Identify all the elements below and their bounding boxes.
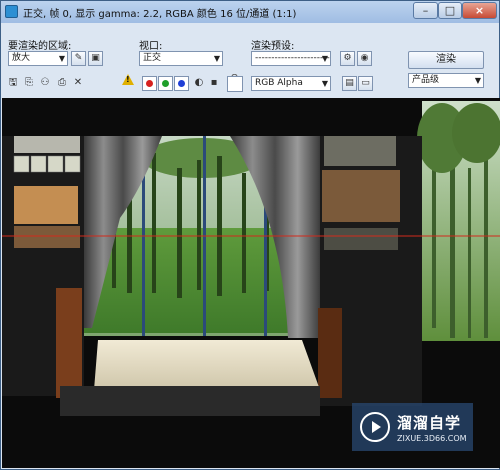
play-logo-icon bbox=[360, 412, 390, 442]
monochrome-icon[interactable]: ▪ bbox=[208, 77, 220, 89]
right-upper-panel bbox=[324, 136, 396, 166]
auto-region-icon[interactable]: ▣ bbox=[88, 51, 103, 66]
render-frame-window: 正交, 帧 0, 显示 gamma: 2.2, RGBA 颜色 16 位/通道 … bbox=[0, 0, 500, 470]
watermark-url: ZIXUE.3D66.COM bbox=[397, 434, 467, 443]
render-setup-icon[interactable]: ⚙ bbox=[340, 51, 355, 66]
chevron-down-icon: ▼ bbox=[321, 79, 328, 88]
clear-icon[interactable]: ✕ bbox=[72, 77, 84, 89]
app-icon bbox=[5, 5, 18, 18]
render-button[interactable]: 渲染 bbox=[408, 51, 484, 69]
red-channel-toggle[interactable] bbox=[142, 76, 157, 91]
watermark-badge: 溜溜自学 ZIXUE.3D66.COM bbox=[352, 403, 473, 451]
render-preset-dropdown[interactable]: ------------------------- ▼ bbox=[251, 51, 331, 66]
left-shelf-top bbox=[14, 136, 80, 153]
green-channel-toggle[interactable] bbox=[158, 76, 173, 91]
clone-icon[interactable]: ⚇ bbox=[39, 77, 51, 89]
chevron-down-icon: ▼ bbox=[213, 54, 220, 63]
sunlit-floor bbox=[94, 340, 320, 390]
viewport-value: 正交 bbox=[143, 53, 162, 63]
close-button[interactable]: × bbox=[462, 2, 497, 19]
toggle-ui-icon[interactable]: ▭ bbox=[358, 76, 373, 91]
save-icon[interactable]: 🖫 bbox=[7, 77, 19, 89]
window-title: 正交, 帧 0, 显示 gamma: 2.2, RGBA 颜色 16 位/通道 … bbox=[23, 9, 297, 20]
green-channel-icon bbox=[162, 80, 169, 87]
channel-display-dropdown[interactable]: RGB Alpha ▼ bbox=[251, 76, 331, 91]
title-bar[interactable]: 正交, 帧 0, 显示 gamma: 2.2, RGBA 颜色 16 位/通道 … bbox=[1, 1, 499, 24]
channel-display-value: RGB Alpha bbox=[255, 78, 303, 88]
minimize-button[interactable]: – bbox=[413, 2, 438, 19]
area-to-render-label: 要渲染的区域: bbox=[8, 41, 72, 52]
environment-icon[interactable]: ◉ bbox=[357, 51, 372, 66]
edit-region-icon[interactable]: ✎ bbox=[71, 51, 86, 66]
right-shelf bbox=[324, 228, 398, 250]
toggle-ui-overlays-icon[interactable]: ▤ bbox=[342, 76, 357, 91]
right-chair bbox=[318, 308, 342, 398]
frame-toolbar: 🖫 ⎘ ⚇ ⎙ ✕ ◐ ▪ RGB Alpha ▼ ▤ ▭ bbox=[1, 73, 499, 95]
copy-icon[interactable]: ⎘ bbox=[23, 77, 35, 89]
left-cabinet bbox=[14, 186, 78, 224]
right-cabinet bbox=[322, 170, 400, 222]
dark-rug bbox=[60, 386, 320, 416]
viewport-label: 视口: bbox=[139, 41, 163, 52]
render-preset-label: 渲染预设: bbox=[251, 41, 295, 52]
left-shelf bbox=[14, 226, 80, 248]
print-icon[interactable]: ⎙ bbox=[56, 77, 68, 89]
blue-channel-icon bbox=[178, 80, 185, 87]
blue-channel-toggle[interactable] bbox=[174, 76, 189, 91]
maximize-button[interactable]: □ bbox=[438, 2, 462, 19]
left-chair bbox=[56, 288, 82, 398]
alpha-channel-icon[interactable]: ◐ bbox=[193, 77, 205, 89]
chevron-down-icon: ▼ bbox=[58, 54, 65, 63]
watermark-title: 溜溜自学 bbox=[397, 414, 462, 432]
render-preset-value: ------------------------- bbox=[255, 53, 331, 63]
area-to-render-value: 放大 bbox=[12, 53, 31, 63]
chevron-down-icon: ▼ bbox=[321, 54, 328, 63]
area-to-render-dropdown[interactable]: 放大 ▼ bbox=[8, 51, 68, 66]
red-channel-icon bbox=[146, 80, 153, 87]
color-swatch[interactable] bbox=[227, 76, 243, 92]
viewport-dropdown[interactable]: 正交 ▼ bbox=[139, 51, 223, 66]
